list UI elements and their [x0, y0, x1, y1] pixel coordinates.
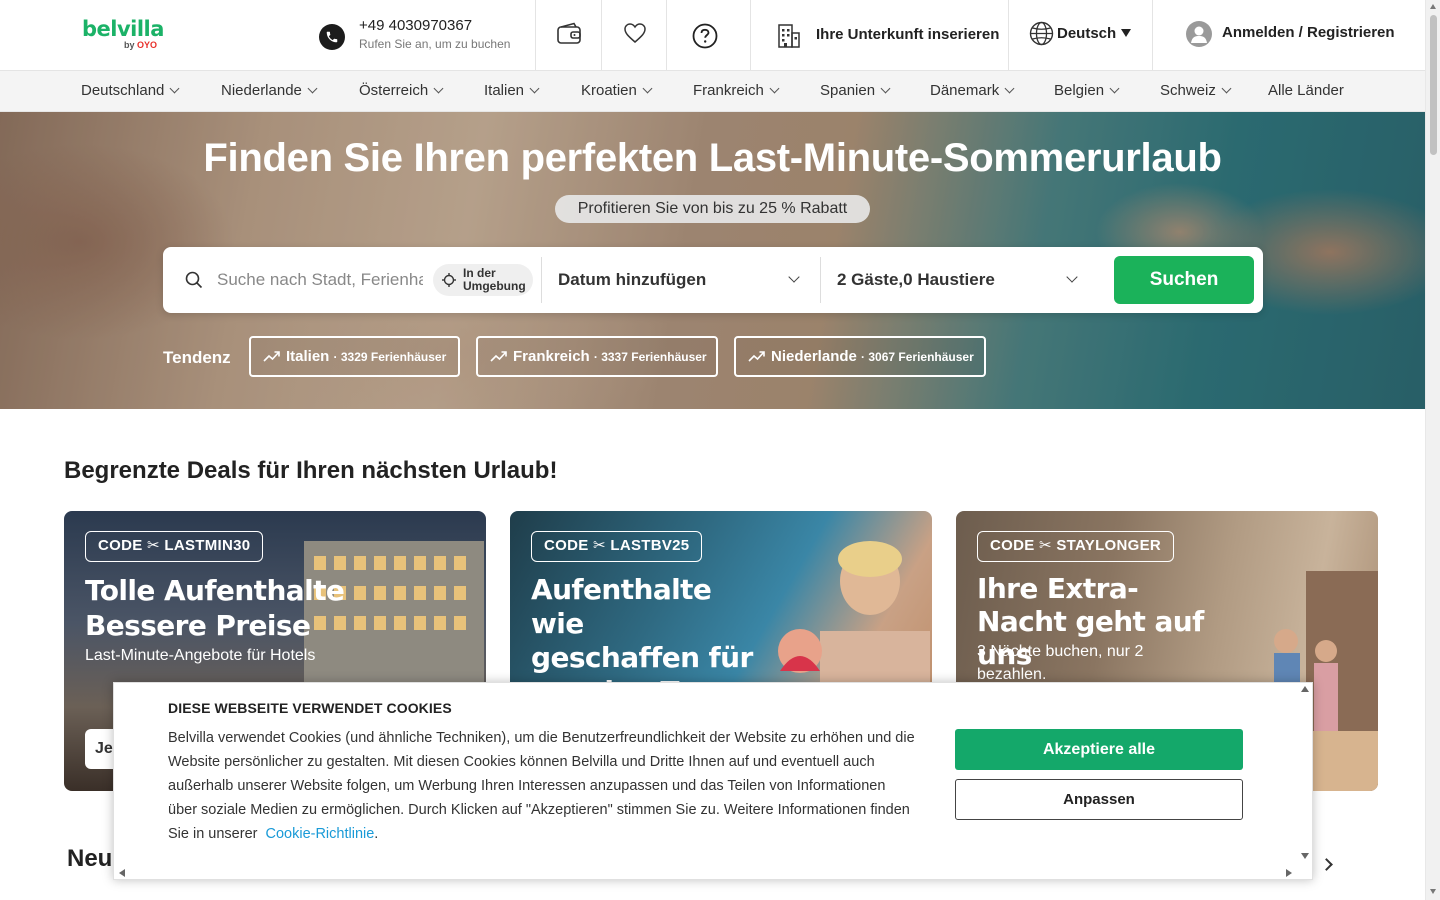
search-icon: [185, 271, 203, 289]
trending-up-icon: [748, 351, 765, 362]
help-button[interactable]: [666, 0, 751, 70]
trend-chip-niederlande[interactable]: Niederlande · 3067 Ferienhäuser: [734, 336, 986, 377]
building-icon: [778, 24, 800, 48]
scroll-right-icon[interactable]: [1286, 869, 1292, 877]
chevron-down-icon: [529, 83, 540, 94]
scrollbar-thumb[interactable]: [1430, 15, 1437, 155]
trend-chip-frankreich[interactable]: Frankreich · 3337 Ferienhäuser: [476, 336, 718, 377]
user-avatar-icon[interactable]: [1186, 21, 1212, 47]
nav-item-oesterreich[interactable]: Österreich: [359, 82, 444, 99]
trending-up-icon: [263, 351, 280, 362]
scroll-down-icon[interactable]: [1301, 853, 1309, 859]
heart-icon: [624, 23, 646, 43]
chevron-down-icon: [880, 83, 891, 94]
discount-pill: Profitieren Sie von bis zu 25 % Rabatt: [555, 195, 870, 223]
chevron-down-icon: [788, 271, 800, 283]
destination-search-input[interactable]: [217, 267, 423, 293]
cookie-text: Belvilla verwendet Cookies (und ähnliche…: [168, 730, 915, 842]
deals-section-title: Begrenzte Deals für Ihren nächsten Urlau…: [64, 457, 558, 484]
wallet-icon: [557, 22, 581, 44]
trend-name: Frankreich: [513, 348, 590, 365]
phone-subtitle: Rufen Sie an, um zu buchen: [359, 37, 511, 51]
cookie-banner: DIESE WEBSEITE VERWENDET COOKIES Belvill…: [113, 682, 1313, 880]
chevron-down-icon: [1109, 83, 1120, 94]
belvilla-logo[interactable]: belvilla by OYO: [82, 17, 164, 50]
trend-count: · 3329 Ferienhäuser: [333, 350, 447, 364]
chevron-down-icon: [1004, 83, 1015, 94]
crosshair-icon: [442, 273, 456, 287]
accept-all-button[interactable]: Akzeptiere alle: [955, 729, 1243, 770]
logo-text: belvilla: [82, 17, 164, 41]
help-icon: [692, 23, 718, 49]
phone-number: +49 4030970367: [359, 17, 473, 34]
list-property-label: Ihre Unterkunft inserieren: [816, 26, 1000, 43]
scroll-up-icon[interactable]: [1301, 686, 1309, 692]
scroll-left-icon[interactable]: [119, 869, 125, 877]
nav-item-belgien[interactable]: Belgien: [1054, 82, 1120, 99]
section-title-new: Neu: [67, 845, 113, 872]
nearby-button[interactable]: In der Umgebung: [433, 264, 533, 296]
date-picker[interactable]: Datum hinzufügen: [558, 270, 706, 290]
country-nav: Deutschland Niederlande Österreich Itali…: [0, 71, 1425, 112]
chevron-down-icon: [307, 83, 318, 94]
guests-selector[interactable]: 2 Gäste,0 Haustiere: [837, 270, 995, 290]
deal-subtitle: Last-Minute-Angebote für Hotels: [85, 647, 316, 664]
trend-label: Tendenz: [163, 348, 231, 367]
coupon-code-badge: CODE ✂ LASTMIN30: [85, 531, 264, 562]
hero-banner: Finden Sie Ihren perfekten Last-Minute-S…: [0, 112, 1425, 409]
hero-title: Finden Sie Ihren perfekten Last-Minute-S…: [203, 136, 1222, 180]
nav-item-daenemark[interactable]: Dänemark: [930, 82, 1015, 99]
nav-item-niederlande[interactable]: Niederlande: [221, 82, 318, 99]
nav-item-kroatien[interactable]: Kroatien: [581, 82, 653, 99]
trend-count: · 3067 Ferienhäuser: [861, 350, 974, 364]
deal-title: Tolle Aufenthalte Bessere Preise: [85, 574, 345, 642]
nav-item-schweiz[interactable]: Schweiz: [1160, 82, 1232, 99]
cookie-policy-link[interactable]: Cookie-Richtlinie: [266, 826, 375, 842]
nav-item-italien[interactable]: Italien: [484, 82, 540, 99]
chevron-down-icon: [769, 83, 780, 94]
search-divider: [820, 257, 821, 303]
chevron-down-icon: [642, 83, 653, 94]
chevron-down-icon: [1066, 271, 1078, 283]
coupon-code-badge: CODE ✂ LASTBV25: [531, 531, 703, 562]
coupon-code-badge: CODE ✂ STAYLONGER: [977, 531, 1175, 562]
globe-icon: [1029, 21, 1054, 46]
scroll-up-icon[interactable]: [1430, 4, 1436, 9]
site-header: belvilla by OYO +49 4030970367 Rufen Sie…: [0, 0, 1425, 71]
chevron-down-icon: [433, 83, 444, 94]
chevron-down-icon: [169, 83, 180, 94]
nav-item-frankreich[interactable]: Frankreich: [693, 82, 780, 99]
scroll-down-icon[interactable]: [1430, 889, 1436, 894]
phone-icon: [319, 24, 345, 50]
nav-item-spanien[interactable]: Spanien: [820, 82, 891, 99]
cookie-heading: DIESE WEBSEITE VERWENDET COOKIES: [168, 700, 452, 716]
header-divider: [1152, 0, 1153, 70]
search-button[interactable]: Suchen: [1114, 256, 1254, 304]
favorites-button[interactable]: [601, 0, 667, 70]
language-label: Deutsch: [1057, 25, 1117, 42]
page-scrollbar[interactable]: [1425, 0, 1440, 900]
trend-count: · 3337 Ferienhäuser: [593, 350, 707, 364]
adjust-cookies-button[interactable]: Anpassen: [955, 779, 1243, 820]
trend-name: Italien: [286, 348, 330, 365]
search-bar: In der Umgebung Datum hinzufügen 2 Gäste…: [163, 247, 1263, 313]
carousel-next-icon[interactable]: [1320, 858, 1333, 871]
chevron-down-icon: [1221, 83, 1232, 94]
nearby-label: In der Umgebung: [463, 266, 526, 293]
nav-item-deutschland[interactable]: Deutschland: [81, 82, 180, 99]
trending-up-icon: [490, 351, 507, 362]
language-caret-icon: [1121, 29, 1131, 37]
deal-subtitle: 3 Nächte buchen, nur 2 bezahlen.: [977, 643, 1144, 683]
nav-item-alle-laender[interactable]: Alle Länder: [1268, 82, 1344, 99]
trend-chip-italien[interactable]: Italien · 3329 Ferienhäuser: [249, 336, 460, 377]
wallet-button[interactable]: [535, 0, 602, 70]
login-register-link[interactable]: Anmelden / Registrieren: [1222, 24, 1395, 41]
logo-by-oyo: by OYO: [124, 40, 158, 50]
trend-name: Niederlande: [771, 348, 857, 365]
search-divider: [541, 257, 542, 303]
